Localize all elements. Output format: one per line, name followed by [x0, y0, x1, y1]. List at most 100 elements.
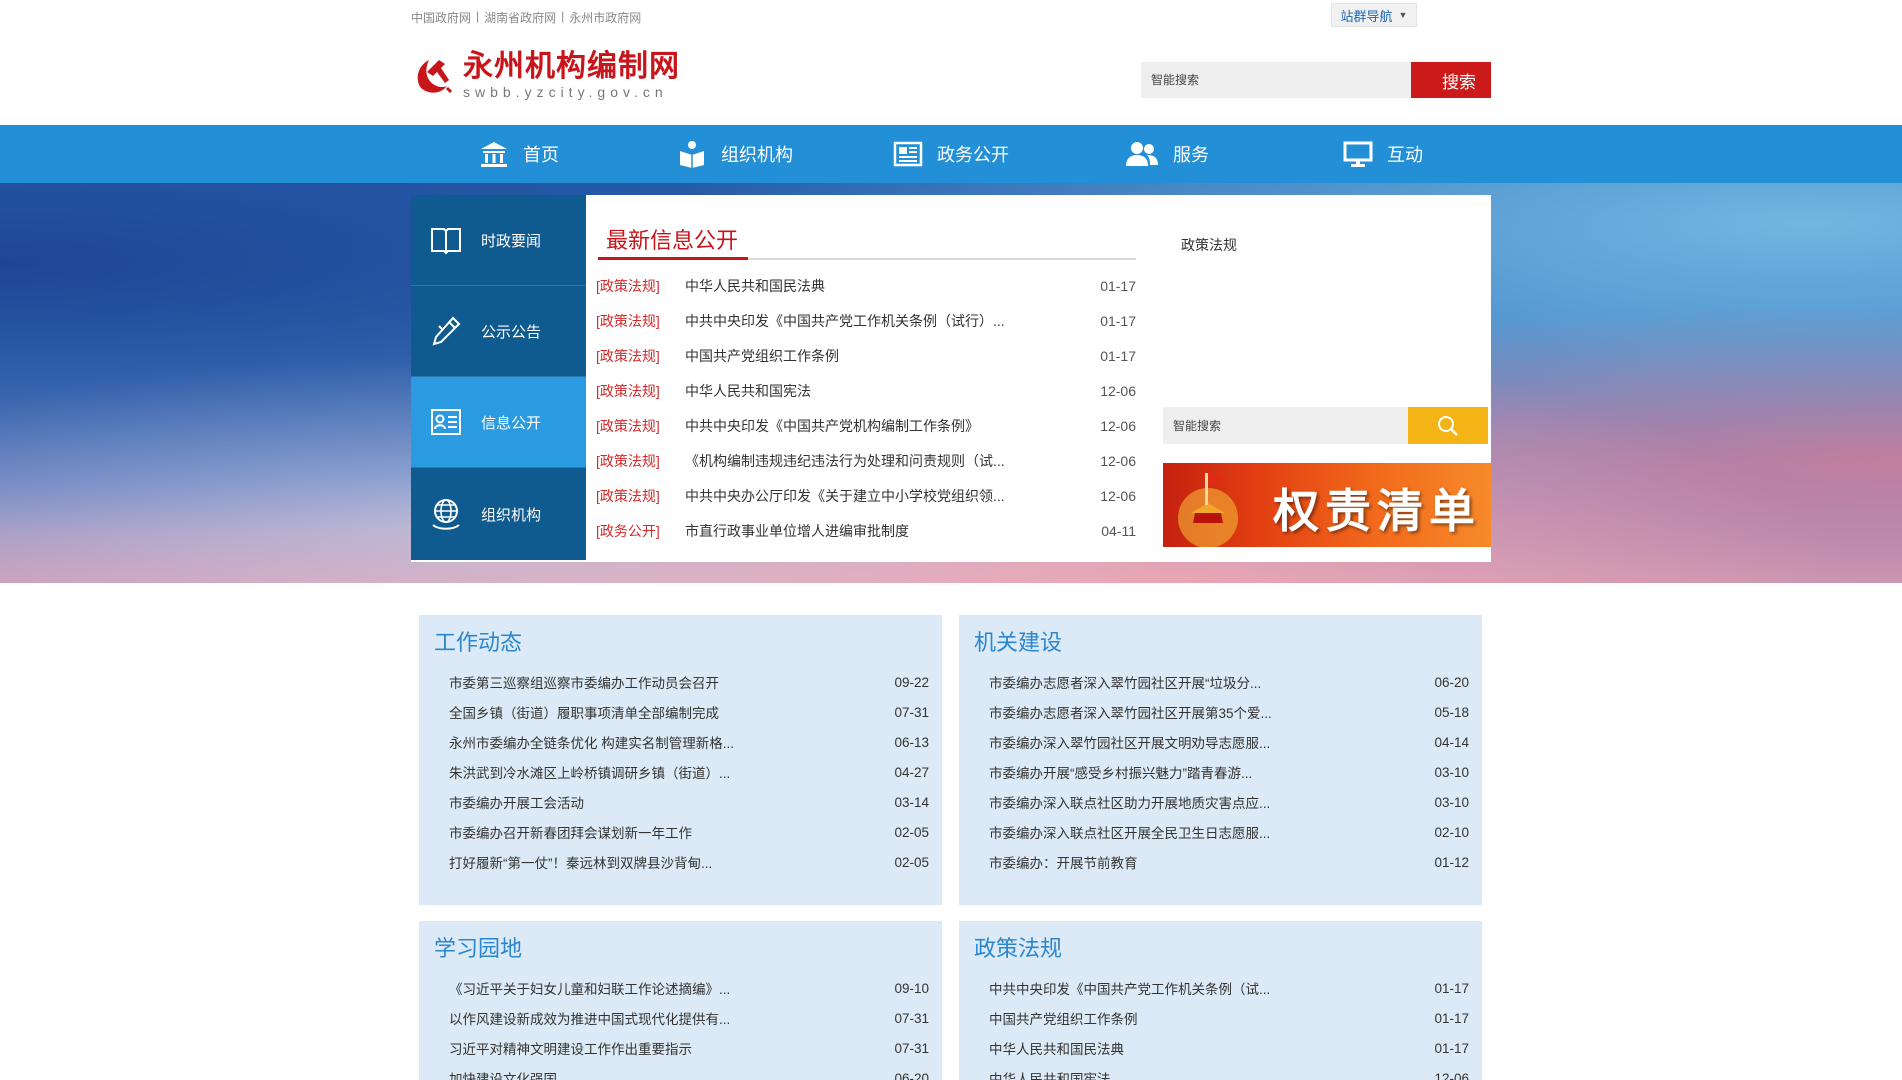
- list-item-title[interactable]: 全国乡镇（街道）履职事项清单全部编制完成: [449, 702, 889, 722]
- list-item[interactable]: 市委编办召开新春团拜会谋划新一年工作 02-05: [449, 817, 929, 847]
- list-item-title[interactable]: 永州市委编办全链条优化 构建实名制管理新格...: [449, 732, 889, 752]
- list-item[interactable]: 《习近平关于妇女儿童和妇联工作论述摘编》... 09-10: [449, 973, 929, 1003]
- news-title-link[interactable]: 中共中央办公厅印发《关于建立中小学校党组织领...: [685, 486, 1093, 506]
- list-item[interactable]: 习近平对精神文明建设工作作出重要指示 07-31: [449, 1033, 929, 1063]
- site-group-nav-dropdown[interactable]: 站群导航 ▼: [1331, 3, 1417, 27]
- list-item-date: 01-12: [1434, 854, 1469, 870]
- list-item-title[interactable]: 中华人民共和国民法典: [989, 1038, 1429, 1058]
- list-item-title[interactable]: 市委编办深入联点社区助力开展地质灾害点应...: [989, 792, 1429, 812]
- list-item-title[interactable]: 打好履新“第一仗”！秦远林到双牌县沙背甸...: [449, 852, 889, 872]
- list-item-title[interactable]: 市委编办开展“感受乡村振兴魅力”踏青春游...: [989, 762, 1429, 782]
- news-title-link[interactable]: 中共中央印发《中国共产党工作机关条例（试行）...: [685, 311, 1093, 331]
- list-item-title[interactable]: 加快建设文化强国: [449, 1068, 889, 1080]
- list-item[interactable]: 以作风建设新成效为推进中国式现代化提供有... 07-31: [449, 1003, 929, 1033]
- list-item-title[interactable]: 市委编办开展工会活动: [449, 792, 889, 812]
- list-item-title[interactable]: 中共中央印发《中国共产党工作机关条例（试...: [989, 978, 1429, 998]
- nav-gov-affairs[interactable]: 政务公开: [843, 125, 1059, 183]
- list-item[interactable]: 市委编办深入联点社区助力开展地质灾害点应... 03-10: [989, 787, 1469, 817]
- list-item[interactable]: 朱洪武到冷水滩区上岭桥镇调研乡镇（街道）... 04-27: [449, 757, 929, 787]
- list-item[interactable]: 市委编办开展工会活动 03-14: [449, 787, 929, 817]
- news-row[interactable]: [政策法规] 中共中央印发《中国共产党机构编制工作条例》 12-06: [596, 408, 1136, 443]
- link-yongzhou-gov[interactable]: 永州市政府网: [564, 9, 646, 26]
- news-title-link[interactable]: 中华人民共和国民法典: [685, 276, 1093, 296]
- news-title-link[interactable]: 中共中央印发《中国共产党机构编制工作条例》: [685, 416, 1093, 436]
- news-category[interactable]: [政策法规]: [596, 381, 685, 401]
- news-row[interactable]: [政策法规] 《机构编制违规违纪违法行为处理和问责规则（试... 12-06: [596, 443, 1136, 478]
- site-logo[interactable]: 永州机构编制网 swbb.yzcity.gov.cn: [411, 50, 680, 100]
- policy-label[interactable]: 政策法规: [1181, 235, 1237, 255]
- list-item[interactable]: 中共中央印发《中国共产党工作机关条例（试... 01-17: [989, 973, 1469, 1003]
- list-item[interactable]: 市委编办深入翠竹园社区开展文明劝导志愿服... 04-14: [989, 727, 1469, 757]
- list-item[interactable]: 中华人民共和国宪法 12-06: [989, 1063, 1469, 1080]
- news-row[interactable]: [政策法规] 中共中央办公厅印发《关于建立中小学校党组织领... 12-06: [596, 478, 1136, 513]
- link-china-gov[interactable]: 中国政府网: [411, 9, 476, 26]
- list-item[interactable]: 市委编办：开展节前教育 01-12: [989, 847, 1469, 877]
- power-list-banner[interactable]: 权责清单: [1163, 463, 1491, 547]
- side-search-button[interactable]: [1408, 407, 1488, 444]
- nav-home[interactable]: 首页: [411, 125, 627, 183]
- news-title-link[interactable]: 市直行政事业单位增人进编审批制度: [685, 521, 1093, 541]
- section-title[interactable]: 政策法规: [974, 931, 1062, 963]
- news-row[interactable]: [政务公开] 市直行政事业单位增人进编审批制度 04-11: [596, 513, 1136, 548]
- section-title[interactable]: 学习园地: [434, 931, 522, 963]
- sidebar-item-announcements[interactable]: 公示公告: [411, 286, 586, 377]
- list-item[interactable]: 永州市委编办全链条优化 构建实名制管理新格... 06-13: [449, 727, 929, 757]
- list-item-title[interactable]: 《习近平关于妇女儿童和妇联工作论述摘编》...: [449, 978, 889, 998]
- header-search-input[interactable]: [1141, 62, 1411, 98]
- news-category[interactable]: [政策法规]: [596, 311, 685, 331]
- news-title-link[interactable]: 《机构编制违规违纪违法行为处理和问责规则（试...: [685, 451, 1093, 471]
- list-item[interactable]: 中国共产党组织工作条例 01-17: [989, 1003, 1469, 1033]
- sidebar-item-organization[interactable]: 组织机构: [411, 468, 586, 560]
- list-item-title[interactable]: 朱洪武到冷水滩区上岭桥镇调研乡镇（街道）...: [449, 762, 889, 782]
- news-row[interactable]: [政策法规] 中共中央印发《中国共产党工作机关条例（试行）... 01-17: [596, 303, 1136, 338]
- list-item-date: 01-17: [1434, 980, 1469, 996]
- list-item-title[interactable]: 中国共产党组织工作条例: [989, 1008, 1429, 1028]
- side-search-input[interactable]: [1163, 407, 1408, 444]
- list-item[interactable]: 加快建设文化强国 06-20: [449, 1063, 929, 1080]
- news-category[interactable]: [政策法规]: [596, 416, 685, 436]
- news-row[interactable]: [政策法规] 中华人民共和国宪法 12-06: [596, 373, 1136, 408]
- nav-organization[interactable]: 组织机构: [627, 125, 843, 183]
- sidebar-item-label: 时政要闻: [481, 232, 542, 250]
- section-title[interactable]: 机关建设: [974, 625, 1062, 657]
- news-title-link[interactable]: 中华人民共和国宪法: [685, 381, 1093, 401]
- list-item-title[interactable]: 市委编办召开新春团拜会谋划新一年工作: [449, 822, 889, 842]
- link-hunan-gov[interactable]: 湖南省政府网: [479, 9, 561, 26]
- news-category[interactable]: [政策法规]: [596, 346, 685, 366]
- news-date: 01-17: [1100, 312, 1136, 329]
- news-row[interactable]: [政策法规] 中华人民共和国民法典 01-17: [596, 268, 1136, 303]
- list-item-title[interactable]: 习近平对精神文明建设工作作出重要指示: [449, 1038, 889, 1058]
- list-item-title[interactable]: 市委编办：开展节前教育: [989, 852, 1429, 872]
- news-category[interactable]: [政务公开]: [596, 521, 685, 541]
- list-item[interactable]: 全国乡镇（街道）履职事项清单全部编制完成 07-31: [449, 697, 929, 727]
- list-item-title[interactable]: 市委编办志愿者深入翠竹园社区开展“垃圾分...: [989, 672, 1429, 692]
- list-item[interactable]: 市委第三巡察组巡察市委编办工作动员会召开 09-22: [449, 667, 929, 697]
- list-item-title[interactable]: 市委编办深入联点社区开展全民卫生日志愿服...: [989, 822, 1429, 842]
- header-search-button[interactable]: 搜索: [1411, 62, 1491, 98]
- news-rows: [政策法规] 中华人民共和国民法典 01-17 [政策法规] 中共中央印发《中国共产党工…: [596, 268, 1136, 548]
- news-row[interactable]: [政策法规] 中国共产党组织工作条例 01-17: [596, 338, 1136, 373]
- list-item[interactable]: 市委编办志愿者深入翠竹园社区开展第35个爱... 05-18: [989, 697, 1469, 727]
- list-item-title[interactable]: 以作风建设新成效为推进中国式现代化提供有...: [449, 1008, 889, 1028]
- news-category[interactable]: [政策法规]: [596, 486, 685, 506]
- list-item[interactable]: 中华人民共和国民法典 01-17: [989, 1033, 1469, 1063]
- people-icon: [1126, 142, 1158, 166]
- news-title-link[interactable]: 中国共产党组织工作条例: [685, 346, 1093, 366]
- list-item[interactable]: 打好履新“第一仗”！秦远林到双牌县沙背甸... 02-05: [449, 847, 929, 877]
- list-item-date: 12-06: [1434, 1070, 1469, 1080]
- news-category[interactable]: [政策法规]: [596, 451, 685, 471]
- newspaper-icon: [893, 141, 923, 167]
- sidebar-item-info-disclosure[interactable]: 信息公开: [411, 377, 586, 468]
- list-item-title[interactable]: 市委第三巡察组巡察市委编办工作动员会召开: [449, 672, 889, 692]
- nav-service[interactable]: 服务: [1059, 125, 1275, 183]
- news-category[interactable]: [政策法规]: [596, 276, 685, 296]
- list-item-title[interactable]: 市委编办志愿者深入翠竹园社区开展第35个爱...: [989, 702, 1429, 722]
- nav-interaction[interactable]: 互动: [1275, 125, 1491, 183]
- list-item-title[interactable]: 市委编办深入翠竹园社区开展文明劝导志愿服...: [989, 732, 1429, 752]
- list-item[interactable]: 市委编办开展“感受乡村振兴魅力”踏青春游... 03-10: [989, 757, 1469, 787]
- list-item[interactable]: 市委编办志愿者深入翠竹园社区开展“垃圾分... 06-20: [989, 667, 1469, 697]
- sidebar-item-current-affairs[interactable]: 时政要闻: [411, 195, 586, 286]
- list-item[interactable]: 市委编办深入联点社区开展全民卫生日志愿服... 02-10: [989, 817, 1469, 847]
- list-item-title[interactable]: 中华人民共和国宪法: [989, 1068, 1429, 1080]
- section-title[interactable]: 工作动态: [434, 625, 522, 657]
